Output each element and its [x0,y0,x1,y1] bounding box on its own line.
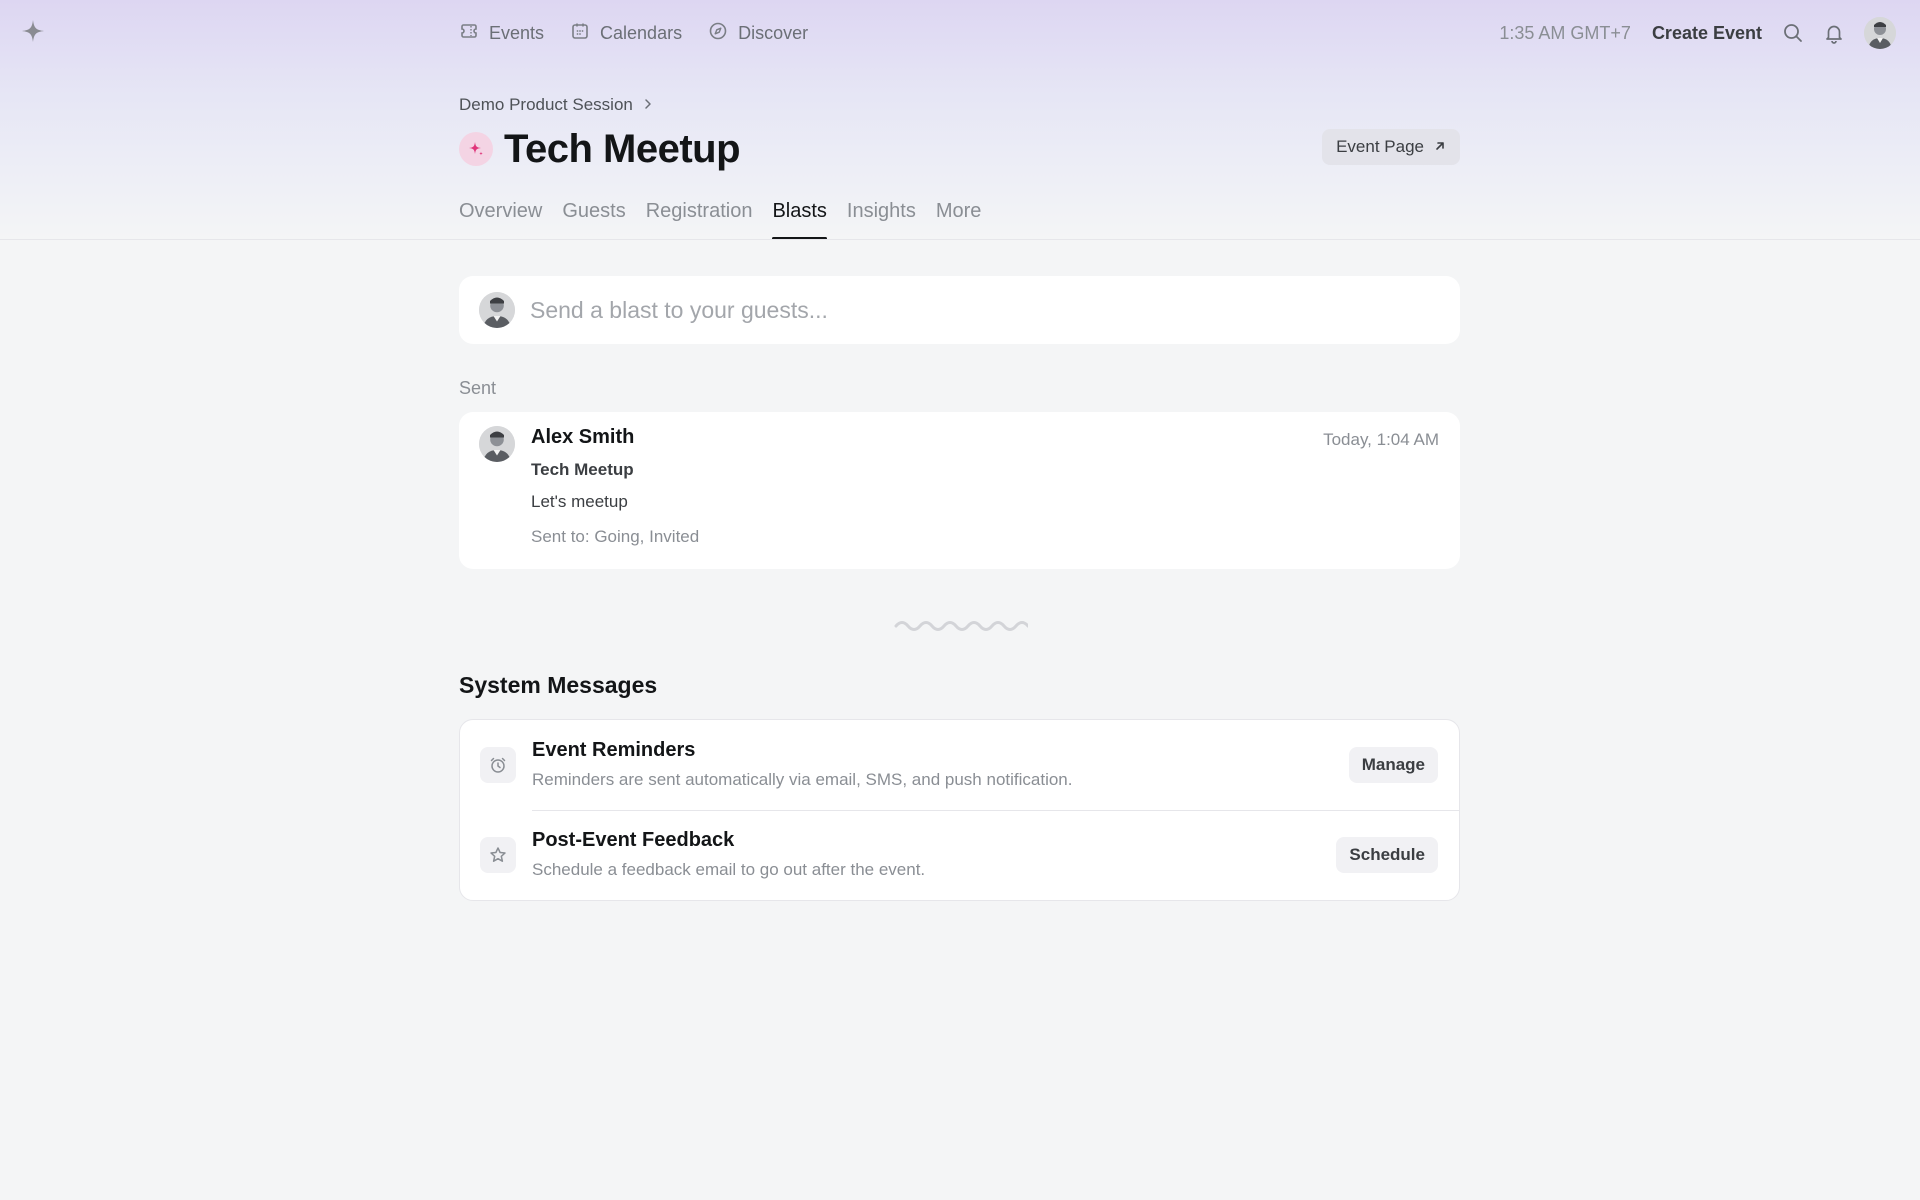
nav-events-label: Events [489,22,545,43]
top-navigation-bar: Events Calendars Discover 1:35 AM GMT+7 … [0,0,1920,66]
avatar [479,292,515,328]
event-reminders-text: Event Reminders Reminders are sent autom… [532,739,1072,790]
tabs-divider [0,239,1920,240]
bell-icon[interactable] [1823,22,1845,44]
tab-blasts[interactable]: Blasts [772,196,828,240]
search-icon[interactable] [1782,22,1804,44]
tab-guests[interactable]: Guests [562,196,625,240]
sparkle-star-icon[interactable] [20,18,46,44]
blast-input[interactable]: Send a blast to your guests... [530,297,828,324]
system-messages-card: Event Reminders Reminders are sent autom… [459,719,1460,901]
squiggle-divider [894,621,1028,631]
blast-timestamp: Today, 1:04 AM [1323,430,1439,449]
compass-icon [708,21,728,46]
breadcrumb[interactable]: Demo Product Session [459,94,1460,116]
event-page-label: Event Page [1336,137,1424,156]
create-event-button[interactable]: Create Event [1652,23,1762,44]
blast-composer[interactable]: Send a blast to your guests... [459,276,1460,344]
event-page-button[interactable]: Event Page [1322,129,1460,165]
nav-events[interactable]: Events [459,20,544,46]
star-icon [480,837,516,873]
sender-name: Alex Smith [531,426,635,448]
system-message-event-reminders: Event Reminders Reminders are sent autom… [460,720,1459,810]
sent-blast-card[interactable]: Alex Smith Tech Meetup Let's meetup Sent… [459,412,1460,569]
nav-calendars-label: Calendars [600,22,683,43]
blast-message: Let's meetup [531,492,628,511]
page-title: Tech Meetup [504,126,741,171]
blast-recipients: Sent to: Going, Invited [531,527,700,546]
tab-registration[interactable]: Registration [646,196,753,240]
arrow-up-right-icon [1434,137,1446,157]
tab-bar: Overview Guests Registration Blasts Insi… [459,196,1460,240]
main-nav: Events Calendars Discover [459,20,808,46]
nav-discover-label: Discover [738,22,809,43]
post-event-feedback-title: Post-Event Feedback [532,829,735,851]
title-row: Tech Meetup Event Page [459,126,1460,172]
breadcrumb-label: Demo Product Session [459,95,633,114]
nav-discover[interactable]: Discover [708,20,808,46]
sent-blast-body: Alex Smith Tech Meetup Let's meetup Sent… [531,426,699,547]
nav-calendars[interactable]: Calendars [570,20,682,46]
topbar-right: 1:35 AM GMT+7 Create Event [1499,15,1896,51]
system-messages-title: System Messages [459,672,658,698]
schedule-feedback-button[interactable]: Schedule [1336,837,1438,873]
blast-subject: Tech Meetup [531,460,634,479]
user-avatar[interactable] [1864,17,1896,49]
ticket-icon [459,21,479,46]
post-event-feedback-description: Schedule a feedback email to go out afte… [532,860,926,879]
tab-insights[interactable]: Insights [847,196,916,240]
sparkle-icon [459,132,493,166]
manage-reminders-button[interactable]: Manage [1348,747,1438,783]
system-message-post-event-feedback: Post-Event Feedback Schedule a feedback … [460,811,1459,901]
post-event-feedback-text: Post-Event Feedback Schedule a feedback … [532,829,925,880]
sent-section-label: Sent [459,378,497,398]
chevron-right-icon [643,95,653,115]
avatar [479,426,515,462]
tab-overview[interactable]: Overview [459,196,542,240]
alarm-clock-icon [480,747,516,783]
event-reminders-title: Event Reminders [532,739,696,761]
calendar-icon [570,21,590,46]
event-reminders-description: Reminders are sent automatically via ema… [532,770,1073,789]
tab-more[interactable]: More [936,196,982,240]
current-time: 1:35 AM GMT+7 [1499,22,1631,43]
